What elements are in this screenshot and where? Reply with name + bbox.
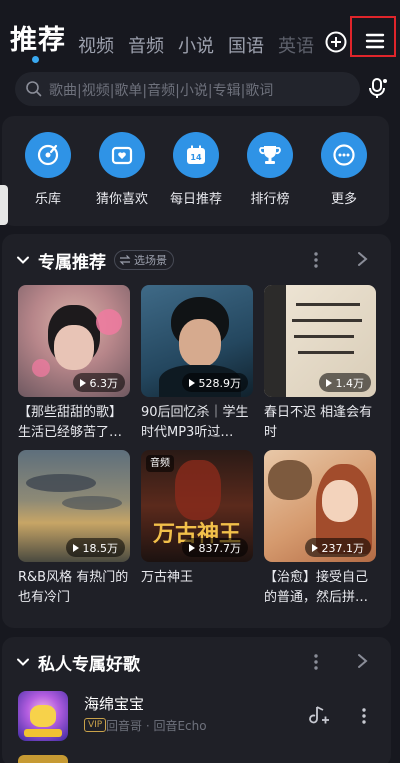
quick-item-guess-you-like[interactable]: 猜你喜欢 [92, 132, 152, 207]
heart-radio-icon [111, 146, 133, 165]
quick-label: 乐库 [34, 192, 61, 207]
play-count: 237.1万 [304, 538, 371, 557]
quick-label: 猜你喜欢 [95, 192, 148, 207]
playlist-card[interactable]: 1.4万 春日不迟 相逢会有时 [264, 285, 376, 443]
quick-item-charts[interactable]: 排行榜 [240, 132, 300, 207]
top-tab-bar: 推荐 视频 音频 小说 国语 英语 [0, 0, 400, 70]
song-cover [18, 691, 68, 741]
audiobook-cover: 万古神王 音频 837.7万 [141, 450, 253, 562]
more-dots-icon [333, 144, 355, 166]
playlist-title: R&B风格 有热门的也有冷门 [18, 570, 129, 605]
calendar-icon: 14 [187, 145, 205, 164]
trophy-icon [259, 146, 281, 164]
playlist-card[interactable]: 6.3万 【那些甜甜的歌】生活已经够苦了… [18, 285, 130, 443]
more-vertical-icon[interactable] [313, 250, 319, 270]
playlist-title: 【治愈】接受自己的普通，然后拼… [264, 570, 369, 605]
tab-mandarin[interactable]: 国语 [228, 32, 264, 58]
scene-select-chip[interactable]: 选场景 [114, 250, 174, 270]
vip-badge: VIP [84, 718, 107, 732]
playlist-title: 万古神王 [141, 570, 194, 585]
playlist-cover: 6.3万 [18, 285, 130, 397]
swap-icon [119, 255, 131, 265]
playlist-cover: 18.5万 [18, 450, 130, 562]
disc-icon [37, 144, 59, 166]
tab-novel[interactable]: 小说 [178, 32, 214, 58]
section-title: 私人专属好歌 [38, 654, 140, 675]
active-tab-indicator [32, 56, 39, 63]
calendar-day: 14 [190, 153, 202, 162]
search-icon [26, 81, 42, 97]
playlist-card[interactable]: 528.9万 90后回忆杀｜学生时代MP3听过… [141, 285, 253, 443]
search-placeholder: 歌曲|视频|歌单|音频|小说|专辑|歌词 [49, 83, 274, 99]
section-title: 专属推荐 [38, 252, 106, 273]
exclusive-recommend-section: 专属推荐 选场景 6.3万 【那些甜甜的歌】生活已经够苦了… 528.9万 90… [2, 234, 391, 628]
quick-menu-card: 乐库 猜你喜欢 14 每日推荐 排行榜 更多 [2, 116, 389, 226]
quick-item-library[interactable]: 乐库 [18, 132, 78, 207]
audiobook-card[interactable]: 万古神王 音频 837.7万 万古神王 [141, 450, 253, 608]
quick-label: 更多 [330, 192, 357, 207]
menu-highlight-box [350, 16, 396, 57]
play-count: 6.3万 [72, 373, 125, 392]
play-count: 18.5万 [65, 538, 125, 557]
song-more-icon[interactable] [361, 706, 367, 726]
more-vertical-icon[interactable] [313, 652, 319, 672]
section-header: 私人专属好歌 [16, 650, 140, 675]
tab-recommend[interactable]: 推荐 [10, 18, 66, 57]
quick-item-more[interactable]: 更多 [314, 132, 374, 207]
add-circle-icon[interactable] [324, 30, 348, 54]
next-song-cover [18, 755, 68, 763]
tab-video[interactable]: 视频 [78, 32, 114, 58]
playlist-card[interactable]: 18.5万 R&B风格 有热门的也有冷门 [18, 450, 130, 608]
song-name: 海绵宝宝 [84, 695, 145, 713]
playlist-title: 【那些甜甜的歌】生活已经够苦了… [18, 405, 123, 440]
side-drawer-handle[interactable] [0, 185, 8, 225]
quick-label: 排行榜 [250, 192, 290, 207]
add-to-playlist-icon[interactable] [308, 705, 330, 727]
playlist-cover: 528.9万 [141, 285, 253, 397]
audio-tag: 音频 [146, 455, 174, 472]
voice-search-icon[interactable] [366, 76, 390, 100]
scene-chip-label: 选场景 [134, 254, 167, 267]
playlist-title: 春日不迟 相逢会有时 [264, 405, 373, 440]
playlist-title: 90后回忆杀｜学生时代MP3听过… [141, 405, 249, 440]
chevron-right-icon[interactable] [355, 251, 369, 267]
private-songs-section: 私人专属好歌 海绵宝宝 VIP 回音哥 · 回音Echo [2, 637, 391, 763]
tab-audio[interactable]: 音频 [128, 32, 164, 58]
playlist-card[interactable]: 237.1万 【治愈】接受自己的普通，然后拼… [264, 450, 376, 608]
song-artist: 回音哥 · 回音Echo [106, 719, 207, 733]
chevron-down-icon[interactable] [16, 655, 30, 669]
playlist-cover: 1.4万 [264, 285, 376, 397]
play-count: 837.7万 [181, 538, 248, 557]
chevron-right-icon[interactable] [355, 653, 369, 669]
play-count: 1.4万 [318, 373, 371, 392]
play-count: 528.9万 [181, 373, 248, 392]
quick-label: 每日推荐 [169, 192, 222, 207]
tab-english[interactable]: 英语 [278, 32, 314, 58]
quick-item-daily[interactable]: 14 每日推荐 [166, 132, 226, 207]
playlist-cover: 237.1万 [264, 450, 376, 562]
chevron-down-icon[interactable] [16, 253, 30, 267]
section-header: 专属推荐 选场景 [16, 248, 174, 273]
search-bar[interactable]: 歌曲|视频|歌单|音频|小说|专辑|歌词 [15, 72, 360, 106]
